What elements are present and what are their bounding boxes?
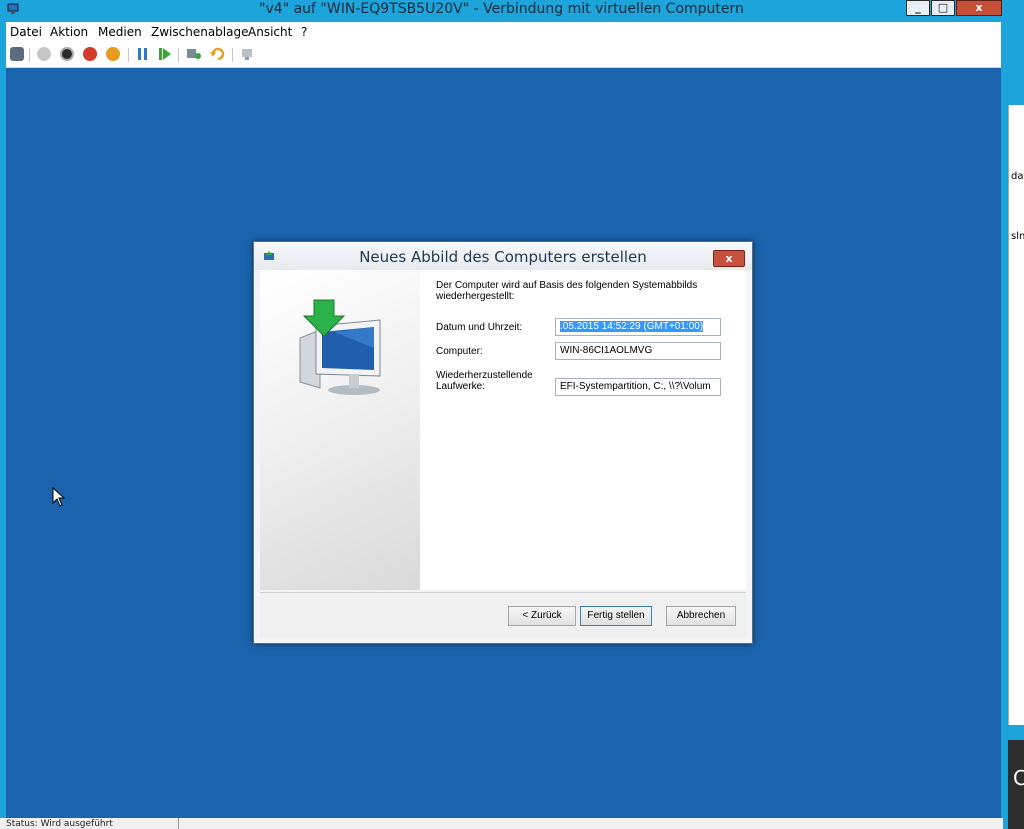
window-title: "v4" auf "WIN-EQ9TSB5U20V" - Verbindung … <box>259 1 744 17</box>
back-button[interactable]: < Zurück <box>508 606 576 626</box>
status-text: Status: Wird ausgeführt <box>6 819 113 829</box>
finish-button[interactable]: Fertig stellen <box>580 606 652 626</box>
save-icon[interactable] <box>106 47 120 61</box>
toolbar-separator <box>178 48 179 62</box>
menu-aktion[interactable]: Aktion <box>50 25 88 39</box>
background-dark-panel: C <box>1008 740 1024 829</box>
menu-medien[interactable]: Medien <box>98 25 142 39</box>
menu-ansicht[interactable]: Ansicht <box>248 25 292 39</box>
mouse-cursor-icon <box>52 487 66 507</box>
fragment-text: dat <box>1011 171 1024 182</box>
menu-datei[interactable]: Datei <box>10 25 42 39</box>
computer-field[interactable]: WIN-86CI1AOLMVG <box>555 342 721 360</box>
menu-zwischenablage[interactable]: Zwischenablage <box>151 25 248 39</box>
enhanced-session-icon[interactable] <box>240 47 256 61</box>
date-field[interactable]: .05.2015 14:52:29 (GMT+01:00) <box>555 318 721 336</box>
drives-label-line2: Laufwerke: <box>436 381 485 392</box>
backup-icon <box>264 251 274 260</box>
dialog-body: Der Computer wird auf Basis des folgende… <box>260 270 746 590</box>
date-value: .05.2015 14:52:29 (GMT+01:00) <box>560 321 704 332</box>
date-label: Datum und Uhrzeit: <box>436 322 523 333</box>
checkpoint-icon[interactable] <box>186 47 202 61</box>
drives-field[interactable]: EFI-Systempartition, C:, \\?\Volum <box>555 378 721 396</box>
fragment-text: C <box>1013 766 1024 790</box>
menu-bar: Datei Aktion Medien Zwischenablage Ansic… <box>6 22 1001 42</box>
reset-icon[interactable] <box>158 47 172 61</box>
window-titlebar[interactable]: "v4" auf "WIN-EQ9TSB5U20V" - Verbindung … <box>0 0 1003 22</box>
computer-restore-icon <box>299 299 381 395</box>
computer-label: Computer: <box>436 346 483 357</box>
status-divider <box>178 818 179 829</box>
drives-label-line1: Wiederherzustellende <box>436 370 533 381</box>
background-window-panel: dat sln <box>1008 105 1024 725</box>
maximize-button[interactable]: □ <box>931 0 955 16</box>
ctrl-alt-del-icon[interactable] <box>10 47 24 61</box>
turn-off-icon[interactable] <box>60 47 74 61</box>
dialog-side-panel <box>260 270 420 590</box>
minimize-icon: _ <box>915 1 921 14</box>
intro-text: Der Computer wird auf Basis des folgende… <box>436 280 698 302</box>
fragment-text: sln <box>1011 231 1024 242</box>
toolbar-separator <box>128 48 129 62</box>
maximize-icon: □ <box>937 1 949 14</box>
revert-icon[interactable] <box>210 47 226 61</box>
shutdown-icon[interactable] <box>83 47 97 61</box>
minimize-button[interactable]: _ <box>906 0 930 16</box>
dialog-title: Neues Abbild des Computers erstellen <box>359 248 647 266</box>
close-icon: x <box>975 1 983 14</box>
toolbar <box>6 42 1001 68</box>
start-icon[interactable] <box>37 47 51 61</box>
menu-help[interactable]: ? <box>301 25 307 39</box>
pause-icon[interactable] <box>136 47 150 61</box>
cancel-button[interactable]: Abbrechen <box>666 606 736 626</box>
toolbar-separator <box>29 48 30 62</box>
status-bar: Status: Wird ausgeführt <box>0 818 1003 829</box>
dialog-close-button[interactable]: x <box>713 250 745 267</box>
dialog-footer: < Zurück Fertig stellen Abbrechen <box>260 592 746 638</box>
toolbar-separator <box>232 48 233 62</box>
restore-dialog: Neues Abbild des Computers erstellen x D… <box>253 241 753 644</box>
dialog-titlebar[interactable]: Neues Abbild des Computers erstellen <box>254 242 752 270</box>
close-icon: x <box>725 252 733 265</box>
close-button[interactable]: x <box>956 0 1002 16</box>
